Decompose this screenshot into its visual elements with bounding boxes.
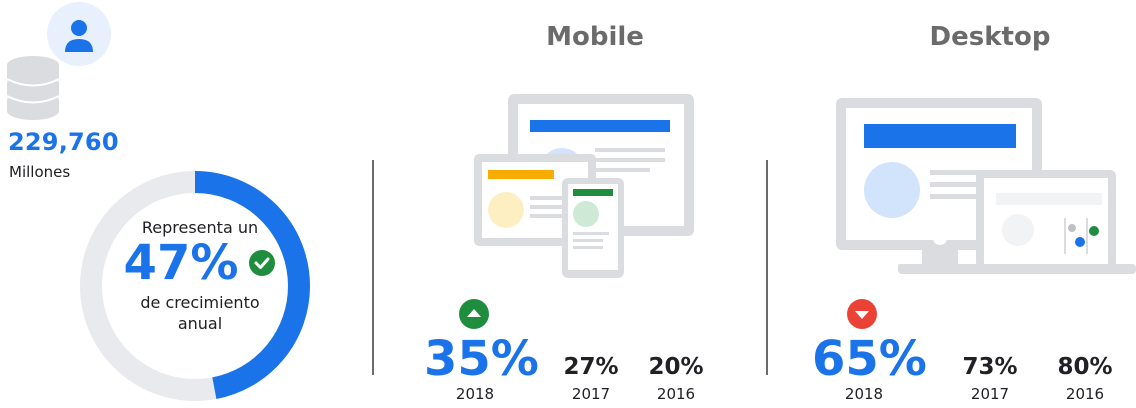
- mobile-title: Mobile: [546, 22, 644, 52]
- donut-line2b: anual: [177, 313, 223, 333]
- desktop-2016-percent: 80%: [1057, 354, 1113, 380]
- desktop-2017-year: 2017: [970, 385, 1010, 403]
- total-unit: Millones: [9, 163, 71, 181]
- donut-line2: de crecimiento anual: [100, 293, 300, 335]
- desktop-2017-percent: 73%: [962, 354, 1018, 380]
- desktop-2018-year: 2018: [844, 385, 884, 403]
- donut-line2a: de crecimiento: [140, 293, 260, 312]
- total-value: 229,760: [8, 128, 119, 156]
- divider-right: [766, 160, 768, 375]
- growth-percent: 47%: [123, 235, 239, 291]
- desktop-title: Desktop: [929, 22, 1051, 52]
- arrow-down-circle-icon: [847, 299, 877, 329]
- mobile-2017-year: 2017: [571, 385, 611, 403]
- mobile-2016-year: 2016: [656, 385, 696, 403]
- desktop-devices-illustration: [836, 98, 1136, 274]
- mobile-2018-year: 2018: [455, 385, 495, 403]
- mobile-2016-percent: 20%: [648, 354, 704, 380]
- divider-left: [372, 160, 374, 375]
- arrow-up-circle-icon: [459, 299, 489, 329]
- donut-label: Representa un 47% de crecimiento anual: [100, 218, 300, 335]
- mobile-devices-illustration: [474, 94, 694, 278]
- mobile-2018-percent: 35%: [424, 331, 539, 387]
- mobile-2017-percent: 27%: [563, 354, 619, 380]
- check-circle-icon: [249, 250, 276, 276]
- user-icon: [47, 2, 111, 66]
- summary-panel: 229,760 Millones Representa un 47% de cr…: [0, 0, 340, 408]
- desktop-2018-percent: 65%: [812, 331, 927, 387]
- desktop-2016-year: 2016: [1065, 385, 1105, 403]
